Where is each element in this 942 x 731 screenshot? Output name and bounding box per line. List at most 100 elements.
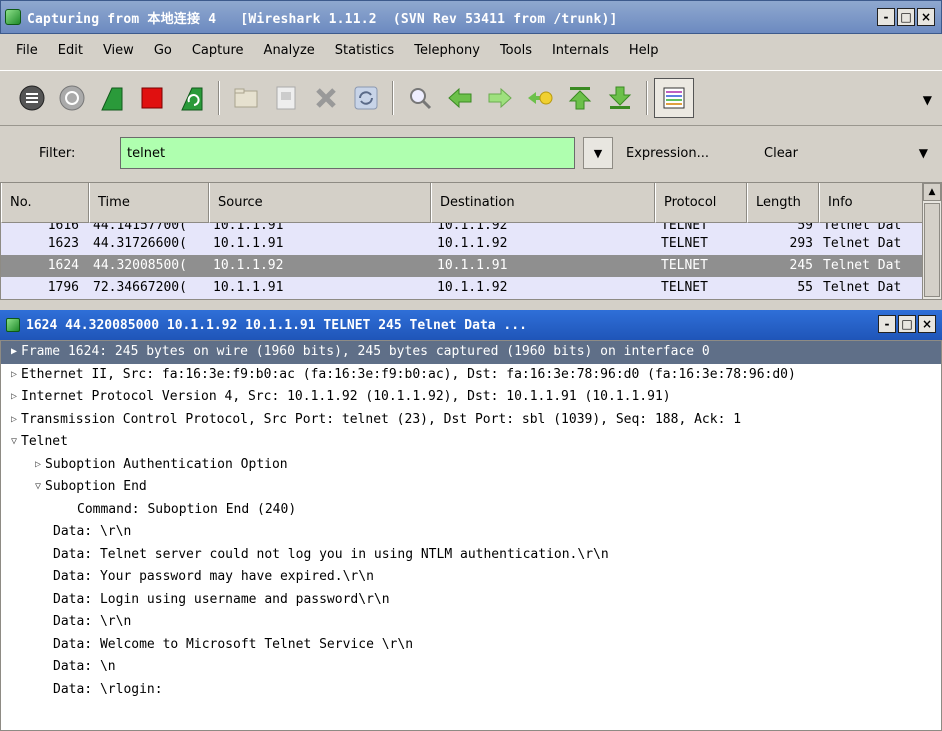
collapse-triangle-icon[interactable]: ▽ xyxy=(7,431,21,454)
open-file-icon[interactable] xyxy=(226,78,266,118)
cell-info: Telnet Dat xyxy=(823,236,902,251)
window-controls: - □ × xyxy=(877,8,935,26)
restart-capture-icon[interactable] xyxy=(172,78,212,118)
tree-item-data[interactable]: Data: \r\n xyxy=(1,521,941,544)
maximize-button[interactable]: □ xyxy=(898,315,916,333)
packet-detail-titlebar[interactable]: 1624 44.320085000 10.1.1.92 10.1.1.91 TE… xyxy=(0,310,942,340)
interfaces-icon[interactable] xyxy=(12,78,52,118)
expand-triangle-icon[interactable]: ▶ xyxy=(7,341,21,364)
colorize-icon[interactable] xyxy=(654,78,694,118)
expand-triangle-icon[interactable]: ▷ xyxy=(7,409,21,432)
tree-item-data[interactable]: Data: Welcome to Microsoft Telnet Servic… xyxy=(1,634,941,657)
display-filter-input[interactable] xyxy=(120,137,575,169)
go-forward-icon[interactable] xyxy=(480,78,520,118)
tree-item-label: Data: Your password may have expired.\r\… xyxy=(53,569,374,584)
cell-protocol: TELNET xyxy=(661,280,708,295)
tree-item-label: Telnet xyxy=(21,434,68,449)
tree-item-suboption-end[interactable]: ▽ Suboption End xyxy=(1,476,941,499)
tree-item-data[interactable]: Data: Telnet server could not log you in… xyxy=(1,544,941,567)
menu-edit[interactable]: Edit xyxy=(48,39,93,63)
collapse-triangle-icon[interactable]: ▽ xyxy=(31,476,45,499)
tree-item-command[interactable]: Command: Suboption End (240) xyxy=(1,499,941,522)
column-header-source[interactable]: Source xyxy=(209,183,431,223)
tree-item-label: Data: Login using username and password\… xyxy=(53,591,390,607)
go-first-icon[interactable] xyxy=(560,78,600,118)
menu-view[interactable]: View xyxy=(93,39,144,63)
tree-item-frame[interactable]: ▶ Frame 1624: 245 bytes on wire (1960 bi… xyxy=(1,341,941,364)
tree-item-data[interactable]: Data: \rlogin: xyxy=(1,679,941,702)
tree-item-tcp[interactable]: ▷ Transmission Control Protocol, Src Por… xyxy=(1,409,941,432)
detail-window-controls: - □ × xyxy=(878,315,936,333)
tree-item-label: Suboption End xyxy=(45,479,147,494)
packet-list[interactable]: No. Time Source Destination Protocol Len… xyxy=(0,182,942,300)
scroll-up-arrow-icon[interactable]: ▲ xyxy=(923,183,941,201)
scrollbar-thumb[interactable] xyxy=(924,203,940,297)
go-back-icon[interactable] xyxy=(440,78,480,118)
column-header-destination[interactable]: Destination xyxy=(431,183,655,223)
reload-icon[interactable] xyxy=(346,78,386,118)
table-row-selected[interactable]: 1624 44.32008500( 10.1.1.92 10.1.1.91 TE… xyxy=(1,255,923,277)
tree-item-ethernet[interactable]: ▷ Ethernet II, Src: fa:16:3e:f9:b0:ac (f… xyxy=(1,364,941,387)
tree-item-label: Ethernet II, Src: fa:16:3e:f9:b0:ac (fa:… xyxy=(21,366,796,382)
tree-item-data[interactable]: Data: \n xyxy=(1,656,941,679)
cell-source: 10.1.1.91 xyxy=(213,280,284,295)
filter-toolbar-chevron-icon[interactable]: ▼ xyxy=(919,146,928,160)
cell-info: Telnet Dat xyxy=(823,280,902,295)
start-capture-icon[interactable] xyxy=(92,78,132,118)
cell-length: 245 xyxy=(789,258,813,273)
column-header-protocol[interactable]: Protocol xyxy=(655,183,747,223)
cell-destination: 10.1.1.92 xyxy=(437,280,508,295)
menu-tools[interactable]: Tools xyxy=(490,39,542,63)
tree-item-suboption-auth[interactable]: ▷ Suboption Authentication Option xyxy=(1,454,941,477)
tree-item-label: Transmission Control Protocol, Src Port:… xyxy=(21,411,742,427)
find-icon[interactable] xyxy=(400,78,440,118)
close-file-icon[interactable] xyxy=(306,78,346,118)
column-header-time[interactable]: Time xyxy=(89,183,209,223)
menu-internals[interactable]: Internals xyxy=(542,39,619,63)
clear-filter-button[interactable]: Clear xyxy=(764,146,798,161)
toolbar-overflow-chevron-icon[interactable]: ▼ xyxy=(923,93,932,107)
close-button[interactable]: × xyxy=(917,8,935,26)
cell-source: 10.1.1.91 xyxy=(213,223,284,233)
window-title: Capturing from 本地连接 4 [Wireshark 1.11.2 … xyxy=(27,11,618,27)
menu-telephony[interactable]: Telephony xyxy=(404,39,490,63)
expand-triangle-icon[interactable]: ▷ xyxy=(7,386,21,409)
close-button[interactable]: × xyxy=(918,315,936,333)
window-titlebar[interactable]: Capturing from 本地连接 4 [Wireshark 1.11.2 … xyxy=(0,0,942,34)
cell-source: 10.1.1.92 xyxy=(213,258,284,273)
cell-time: 44.32008500( xyxy=(93,258,187,273)
menu-go[interactable]: Go xyxy=(144,39,182,63)
tree-item-data[interactable]: Data: Login using username and password\… xyxy=(1,589,941,612)
filter-history-dropdown[interactable]: ▼ xyxy=(583,137,613,169)
stop-capture-icon[interactable] xyxy=(132,78,172,118)
cell-protocol: TELNET xyxy=(661,258,708,273)
expression-button[interactable]: Expression... xyxy=(626,146,709,161)
column-header-no[interactable]: No. xyxy=(1,183,89,223)
menu-file[interactable]: File xyxy=(16,39,48,63)
table-row[interactable]: 1796 72.34667200( 10.1.1.91 10.1.1.92 TE… xyxy=(1,277,923,299)
maximize-button[interactable]: □ xyxy=(897,8,915,26)
expand-triangle-icon[interactable]: ▷ xyxy=(31,454,45,477)
tree-item-data[interactable]: Data: Your password may have expired.\r\… xyxy=(1,566,941,589)
menu-help[interactable]: Help xyxy=(619,39,669,63)
menu-statistics[interactable]: Statistics xyxy=(325,39,404,63)
minimize-button[interactable]: - xyxy=(878,315,896,333)
tree-item-ipv4[interactable]: ▷ Internet Protocol Version 4, Src: 10.1… xyxy=(1,386,941,409)
options-icon[interactable] xyxy=(52,78,92,118)
expand-triangle-icon[interactable]: ▷ xyxy=(7,364,21,387)
menu-capture[interactable]: Capture xyxy=(182,39,254,63)
packet-list-scrollbar[interactable]: ▲ xyxy=(922,183,941,299)
table-row[interactable]: 1616 44.14157700( 10.1.1.91 10.1.1.92 TE… xyxy=(1,223,923,233)
cell-info: Telnet Dat xyxy=(823,258,902,273)
go-last-icon[interactable] xyxy=(600,78,640,118)
go-to-packet-icon[interactable] xyxy=(520,78,560,118)
menu-analyze[interactable]: Analyze xyxy=(254,39,325,63)
column-header-length[interactable]: Length xyxy=(747,183,819,223)
table-row[interactable]: 1623 44.31726600( 10.1.1.91 10.1.1.92 TE… xyxy=(1,233,923,255)
packet-details-tree[interactable]: ▶ Frame 1624: 245 bytes on wire (1960 bi… xyxy=(0,340,942,731)
column-header-info[interactable]: Info xyxy=(819,183,923,223)
tree-item-data[interactable]: Data: \r\n xyxy=(1,611,941,634)
tree-item-telnet[interactable]: ▽ Telnet xyxy=(1,431,941,454)
save-file-icon[interactable] xyxy=(266,78,306,118)
minimize-button[interactable]: - xyxy=(877,8,895,26)
